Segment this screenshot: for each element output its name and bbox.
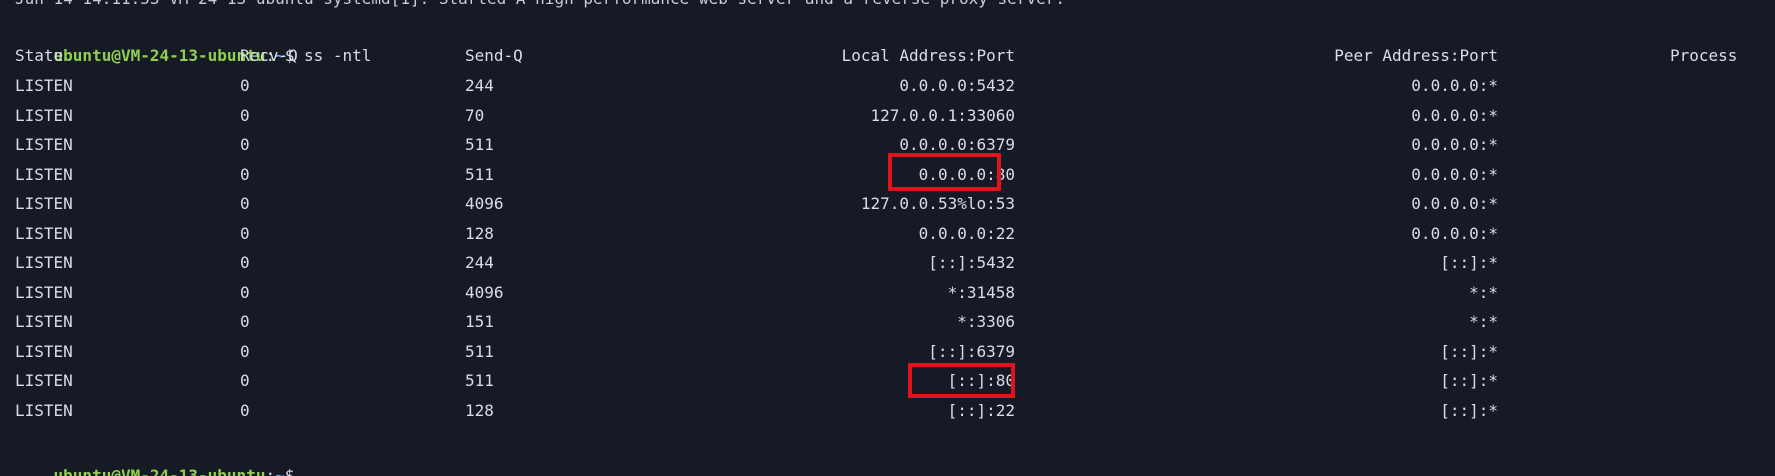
header-peer-address: Peer Address:Port (1334, 46, 1498, 65)
table-row: LISTEN 0 4096 *:31458 *:* (15, 278, 1775, 308)
cell-peer-address: [::]:* (1440, 400, 1498, 420)
cell-peer-address: [::]:* (1440, 341, 1498, 361)
cell-peer-address: 0.0.0.0:* (1411, 223, 1498, 243)
prompt-user-host: ubuntu@VM-24-13-ubuntu (53, 466, 266, 476)
table-header: State Recv-Q Send-Q Local Address:Port P… (15, 41, 1775, 71)
table-row: LISTEN 0 128 [::]:22 [::]:* (15, 396, 1775, 426)
table-row: LISTEN 0 4096 127.0.0.53%lo:53 0.0.0.0:* (15, 189, 1775, 219)
table-row: LISTEN 0 151 *:3306 *:* (15, 307, 1775, 337)
highlight-box-ipv6-port-80 (908, 363, 1015, 398)
cell-peer-address: [::]:* (1440, 371, 1498, 390)
cell-peer-address: *:* (1469, 282, 1498, 302)
cell-peer-address: 0.0.0.0:* (1411, 164, 1498, 184)
table-row: LISTEN 0 244 0.0.0.0:5432 0.0.0.0:* (15, 71, 1775, 101)
cell-peer-address: [::]:* (1440, 253, 1498, 272)
highlight-box-ipv4-port-80 (888, 153, 1001, 191)
command-prompt-line: ubuntu@VM-24-13-ubuntu:~$ ss -ntl (15, 11, 372, 65)
table-row: LISTEN 0 511 [::]:80 [::]:* (15, 366, 1775, 396)
table-row: LISTEN 0 70 127.0.0.1:33060 0.0.0.0:* (15, 101, 1775, 131)
table-row: LISTEN 0 244 [::]:5432 [::]:* (15, 248, 1775, 278)
terminal-window[interactable]: Jun 14 14:11:53 VM-24-13-ubuntu systemd[… (0, 0, 1775, 476)
prompt-symbol: $ (284, 466, 295, 476)
cell-peer-address: 0.0.0.0:* (1411, 76, 1498, 95)
table-row: LISTEN 0 128 0.0.0.0:22 0.0.0.0:* (15, 219, 1775, 249)
cell-peer-address: 0.0.0.0:* (1411, 194, 1498, 213)
final-prompt-line[interactable]: ubuntu@VM-24-13-ubuntu:~$ (15, 431, 295, 476)
cell-peer-address: 0.0.0.0:* (1411, 135, 1498, 154)
table-row: LISTEN 0 511 [::]:6379 [::]:* (15, 337, 1775, 367)
prompt-separator: : (265, 466, 276, 476)
cell-peer-address: 0.0.0.0:* (1411, 105, 1498, 125)
prompt-path: ~ (275, 466, 285, 476)
header-process: Process (1670, 46, 1738, 65)
cell-peer-address: *:* (1469, 312, 1498, 331)
